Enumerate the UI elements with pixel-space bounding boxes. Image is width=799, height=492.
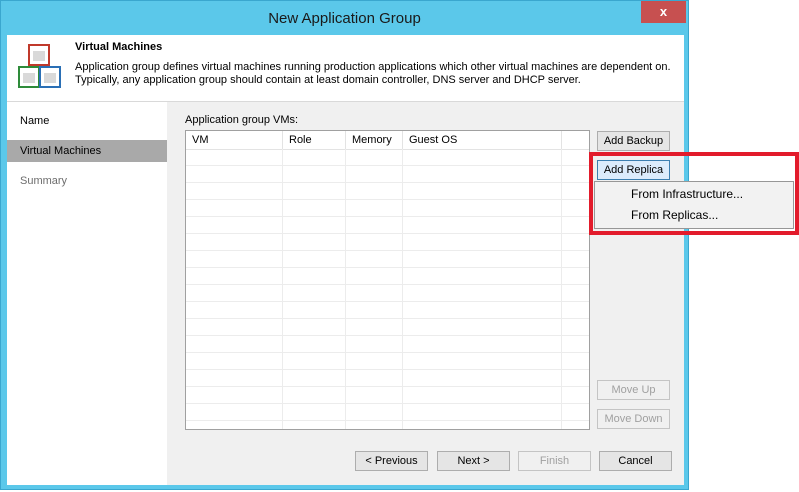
window-title: New Application Group (268, 10, 421, 27)
wizard-steps-sidebar: Name Virtual Machines Summary (7, 102, 167, 485)
column-header-guest-os[interactable]: Guest OS (403, 131, 562, 149)
sidebar-item-virtual-machines[interactable]: Virtual Machines (7, 140, 167, 162)
close-button[interactable]: x (641, 1, 686, 23)
move-down-button[interactable]: Move Down (597, 409, 670, 429)
page-title: Virtual Machines (75, 41, 163, 53)
wizard-client-area: Virtual Machines Application group defin… (7, 35, 684, 485)
cancel-button[interactable]: Cancel (599, 451, 672, 471)
application-group-window: New Application Group x Virtual Machines… (0, 0, 689, 490)
column-divider (282, 149, 283, 429)
vm-boxes-icon (18, 44, 61, 88)
column-divider (345, 149, 346, 429)
sidebar-item-name[interactable]: Name (7, 110, 167, 132)
highlight-annotation-box (589, 152, 799, 235)
vm-list-table[interactable]: VM Role Memory Guest OS (185, 130, 590, 430)
next-button[interactable]: Next > (437, 451, 510, 471)
column-header-role[interactable]: Role (283, 131, 346, 149)
add-backup-button[interactable]: Add Backup (597, 131, 670, 151)
column-divider (402, 149, 403, 429)
column-header-memory[interactable]: Memory (346, 131, 403, 149)
column-header-vm[interactable]: VM (186, 131, 283, 149)
finish-button[interactable]: Finish (518, 451, 591, 471)
wizard-header: Virtual Machines Application group defin… (7, 35, 684, 102)
move-up-button[interactable]: Move Up (597, 380, 670, 400)
title-bar: New Application Group x (1, 1, 688, 35)
table-header: VM Role Memory Guest OS (186, 131, 589, 150)
grid-label: Application group VMs: (185, 114, 299, 126)
previous-button[interactable]: < Previous (355, 451, 428, 471)
sidebar-item-summary[interactable]: Summary (7, 170, 167, 192)
column-divider (561, 149, 562, 429)
table-empty-rows (186, 149, 589, 429)
page-description: Application group defines virtual machin… (75, 61, 671, 86)
